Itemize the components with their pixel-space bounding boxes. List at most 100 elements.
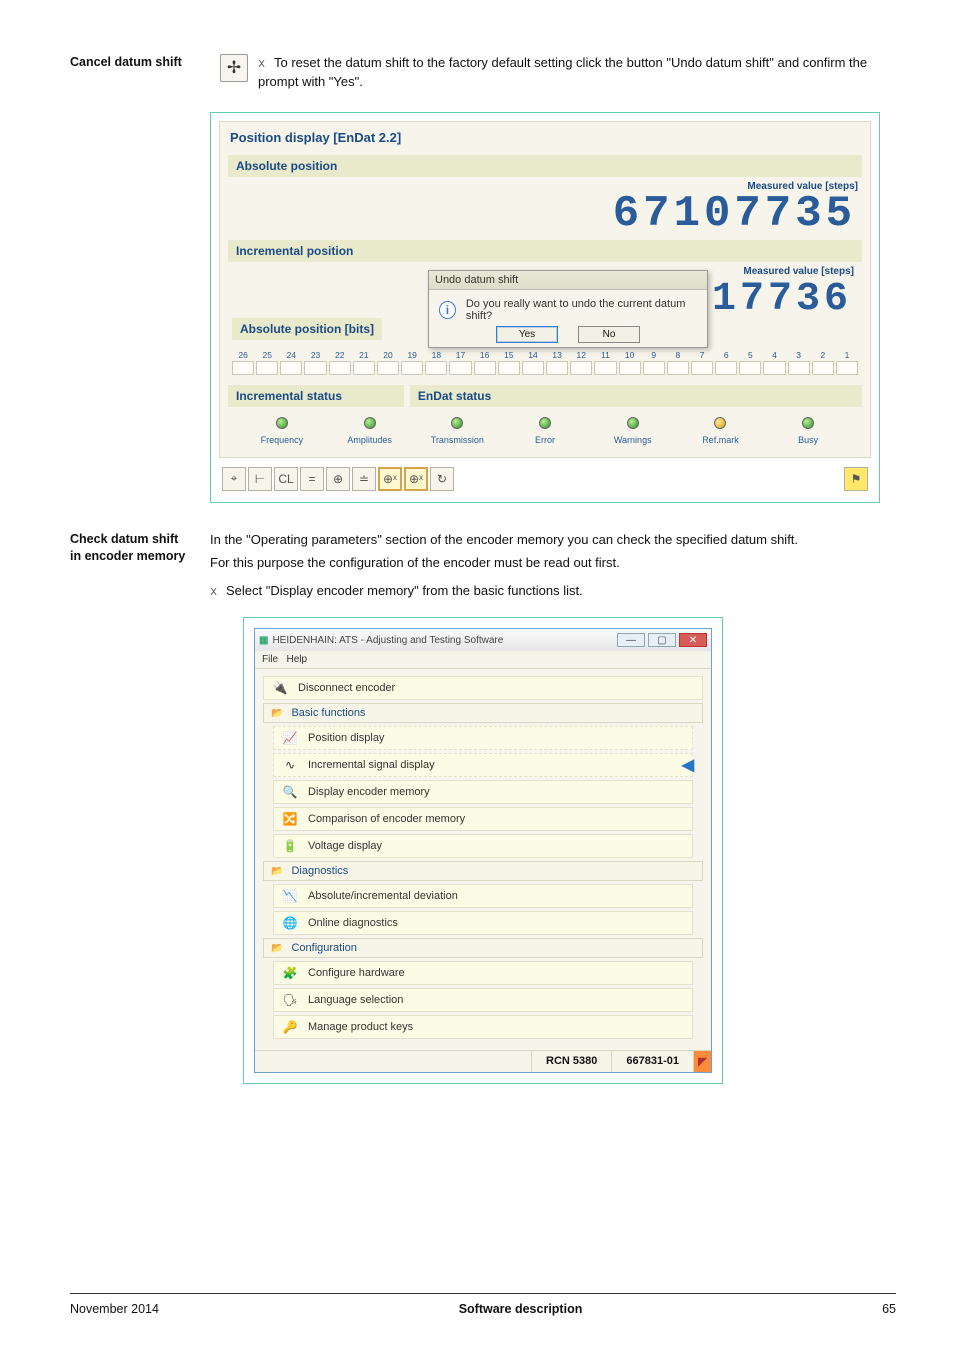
bit-cell (619, 361, 641, 375)
status-id: 667831-01 (611, 1051, 693, 1072)
bit-number: 8 (666, 350, 690, 360)
incremental-status-header: Incremental status (228, 385, 404, 407)
bit-cell (280, 361, 302, 375)
toolbar-button-0[interactable]: ⌖ (222, 467, 246, 491)
page-footer: November 2014 Software description 65 (70, 1293, 896, 1316)
status-transmission-label: Transmission (413, 435, 501, 445)
footer-page: 65 (882, 1302, 896, 1316)
abs-inc-deviation-item[interactable]: 📉Absolute/incremental deviation (273, 884, 693, 908)
bit-cell (667, 361, 689, 375)
led-refmark (714, 417, 726, 429)
menu-help[interactable]: Help (286, 654, 307, 665)
configure-hardware-item[interactable]: 🧩Configure hardware (273, 961, 693, 985)
check-datum-p3: xSelect "Display encoder memory" from th… (210, 582, 896, 601)
absolute-position-header: Absolute position (228, 155, 862, 177)
bit-number: 3 (787, 350, 811, 360)
bit-cell (256, 361, 278, 375)
bit-cell (570, 361, 592, 375)
folder-icon: 📂 (271, 866, 283, 877)
info-icon: i (439, 301, 456, 319)
no-button[interactable]: No (578, 326, 640, 343)
diagnostics-header[interactable]: 📂 Diagnostics (263, 861, 703, 881)
app-logo-icon: ▦ (259, 635, 268, 646)
bit-cell (329, 361, 351, 375)
toolbar-button-1[interactable]: ⊢ (248, 467, 272, 491)
toolbar-button-8[interactable]: ↻ (430, 467, 454, 491)
incremental-position-header: Incremental position (228, 240, 862, 262)
bit-cell (643, 361, 665, 375)
check-datum-p2: For this purpose the configuration of th… (210, 554, 896, 573)
cancel-datum-text: xTo reset the datum shift to the factory… (258, 54, 896, 92)
led-warnings (627, 417, 639, 429)
toolbar-button-5[interactable]: ≐ (352, 467, 376, 491)
toolbar-button-4[interactable]: ⊕ (326, 467, 350, 491)
disconnect-encoder-item[interactable]: 🔌 Disconnect encoder (263, 676, 703, 700)
hardware-icon: 🧩 (282, 965, 298, 981)
online-diagnostics-item[interactable]: 🌐Online diagnostics (273, 911, 693, 935)
bit-cell (691, 361, 713, 375)
bit-cell (353, 361, 375, 375)
bit-number: 12 (569, 350, 593, 360)
comparison-encoder-memory-item[interactable]: 🔀Comparison of encoder memory (273, 807, 693, 831)
toolbar-button-6[interactable]: ⊕ˣ (378, 467, 402, 491)
position-display-screenshot: Position display [EnDat 2.2] Absolute po… (210, 112, 880, 503)
bit-cell (232, 361, 254, 375)
toolbar-button-3[interactable]: = (300, 467, 324, 491)
close-button[interactable]: ✕ (679, 633, 707, 647)
chip-icon: 🔍 (282, 784, 298, 800)
status-busy-label: Busy (764, 435, 852, 445)
status-warnings-label: Warnings (589, 435, 677, 445)
sine-icon: ∿ (282, 757, 298, 773)
bit-number: 25 (255, 350, 279, 360)
bit-cell (546, 361, 568, 375)
bit-cell (788, 361, 810, 375)
toolbar-flag-button[interactable]: ⚑ (844, 467, 868, 491)
bullet-marker: x (210, 583, 220, 600)
status-error-label: Error (501, 435, 589, 445)
configuration-header[interactable]: 📂 Configuration (263, 938, 703, 958)
minimize-button[interactable]: — (617, 633, 645, 647)
bit-number: 22 (328, 350, 352, 360)
position-display-item[interactable]: 📈Position display (273, 726, 693, 750)
bit-number: 7 (690, 350, 714, 360)
incremental-signal-item[interactable]: ∿Incremental signal display ◀ (273, 753, 693, 777)
bit-number: 26 (231, 350, 255, 360)
bit-number: 10 (618, 350, 642, 360)
measured-value-label-2: Measured value [steps] (743, 266, 858, 277)
bit-number: 5 (738, 350, 762, 360)
bit-number: 2 (811, 350, 835, 360)
toolbar-button-7[interactable]: ⊕ˣ (404, 467, 428, 491)
panel-title: Position display [EnDat 2.2] (228, 128, 862, 151)
globe-icon: 🌐 (282, 915, 298, 931)
status-frequency-label: Frequency (238, 435, 326, 445)
folder-icon: 📂 (271, 943, 283, 954)
dialog-text: Do you really want to undo the current d… (466, 298, 697, 322)
led-busy (802, 417, 814, 429)
endat-status-header: EnDat status (410, 385, 862, 407)
bit-cell (498, 361, 520, 375)
menu-file[interactable]: File (262, 654, 278, 665)
check-datum-p1: In the "Operating parameters" section of… (210, 531, 896, 550)
led-transmission (451, 417, 463, 429)
check-datum-heading: Check datum shiftin encoder memory (70, 531, 210, 565)
bit-cell (377, 361, 399, 375)
toolbar-button-2[interactable]: CL (274, 467, 298, 491)
language-selection-item[interactable]: 🗣Language selection (273, 988, 693, 1012)
maximize-button[interactable]: ▢ (648, 633, 676, 647)
undo-datum-icon-button[interactable]: ✢ (210, 54, 258, 82)
battery-icon: 🔋 (282, 838, 298, 854)
status-amplitudes-label: Amplitudes (326, 435, 414, 445)
footer-title: Software description (459, 1302, 583, 1316)
basic-functions-header[interactable]: 📂 Basic functions (263, 703, 703, 723)
voltage-display-item[interactable]: 🔋Voltage display (273, 834, 693, 858)
bit-cell (304, 361, 326, 375)
yes-button[interactable]: Yes (496, 326, 558, 343)
bit-number: 14 (521, 350, 545, 360)
undo-datum-dialog: Undo datum shift i Do you really want to… (428, 270, 708, 348)
bit-number: 20 (376, 350, 400, 360)
display-encoder-memory-item[interactable]: 🔍Display encoder memory (273, 780, 693, 804)
ats-window-screenshot: ▦HEIDENHAIN: ATS - Adjusting and Testing… (243, 617, 723, 1084)
bit-cell (763, 361, 785, 375)
manage-product-keys-item[interactable]: 🔑Manage product keys (273, 1015, 693, 1039)
bit-number: 11 (593, 350, 617, 360)
